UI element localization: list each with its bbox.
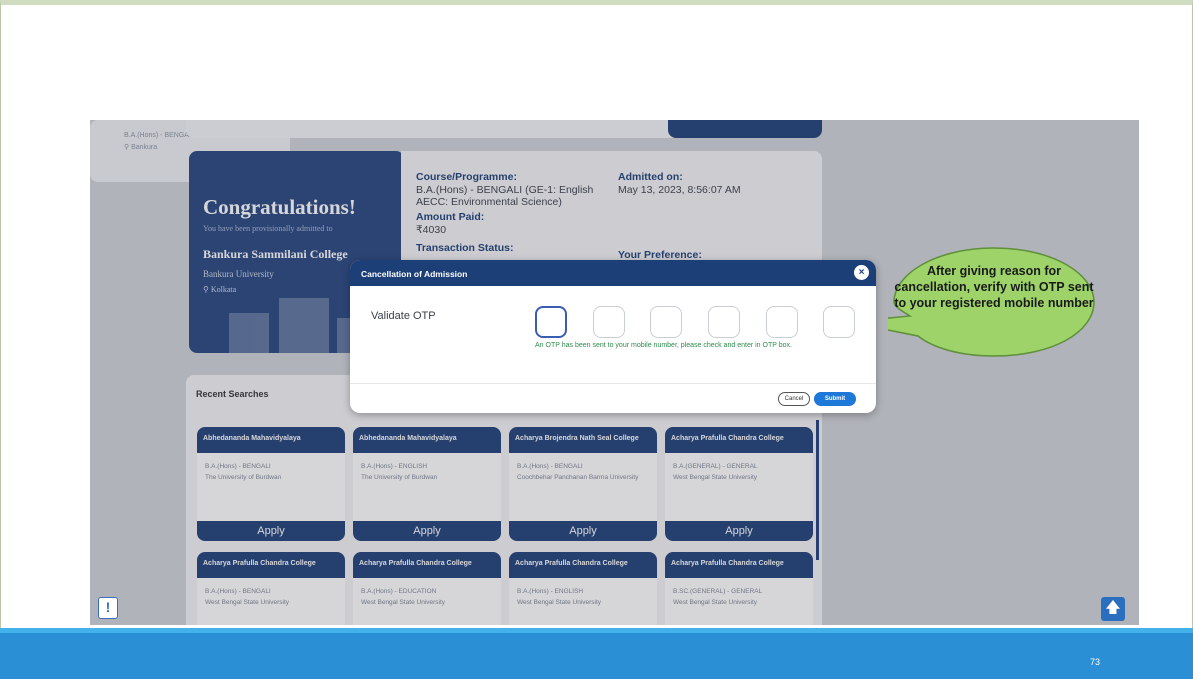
- amount-label: Amount Paid:: [416, 211, 485, 223]
- recent-card: Acharya Prafulla Chandra College B.A.(Ho…: [353, 552, 501, 625]
- recent-card-university: West Bengal State University: [205, 599, 290, 606]
- page-number: 73: [1089, 657, 1100, 667]
- location-pin-icon: ⚲: [203, 285, 211, 294]
- close-icon[interactable]: ×: [854, 265, 869, 280]
- otp-label: Validate OTP: [371, 310, 436, 322]
- notice-icon[interactable]: !: [98, 597, 118, 619]
- otp-digit-6[interactable]: [823, 306, 855, 338]
- callout-text: After giving reason for cancellation, ve…: [894, 264, 1094, 310]
- recent-card-college: Abhedananda Mahavidyalaya: [197, 427, 345, 453]
- recent-card-college: Acharya Prafulla Chandra College: [509, 552, 657, 578]
- apply-button[interactable]: Apply: [509, 521, 657, 541]
- recent-card-university: West Bengal State University: [673, 599, 758, 606]
- recent-card-course: B.A.(Hons) - ENGLISH: [361, 463, 428, 470]
- otp-digit-1[interactable]: [535, 306, 567, 338]
- recent-card-course: B.A.(GENERAL) - GENERAL: [673, 463, 758, 470]
- modal-title: Cancellation of Admission: [361, 269, 468, 279]
- recent-card-course: B.A.(Hons) - BENGALI: [205, 588, 271, 595]
- recent-card-course: B.A.(Hons) - EDUCATION: [361, 588, 437, 595]
- otp-digit-4[interactable]: [708, 306, 740, 338]
- recent-card: Abhedananda Mahavidyalaya B.A.(Hons) - B…: [197, 427, 345, 541]
- recent-card-college: Acharya Prafulla Chandra College: [665, 552, 813, 578]
- course-label: Course/Programme:: [416, 171, 517, 183]
- footer-accent-strip: [0, 628, 1193, 633]
- recent-card-university: The University of Burdwan: [361, 474, 438, 481]
- recent-card: Acharya Prafulla Chandra College B.A.(Ho…: [509, 552, 657, 625]
- transaction-label: Transaction Status:: [416, 242, 514, 254]
- recent-card: Acharya Prafulla Chandra College B.A.(Ho…: [197, 552, 345, 625]
- recent-card-course: B.A.(Hons) - ENGLISH: [517, 588, 584, 595]
- recent-card-college: Acharya Prafulla Chandra College: [665, 427, 813, 453]
- recent-card: Abhedananda Mahavidyalaya B.A.(Hons) - E…: [353, 427, 501, 541]
- course-value: B.A.(Hons) - BENGALI (GE-1: English AECC…: [416, 184, 594, 208]
- recent-scrollbar[interactable]: [816, 420, 819, 560]
- recent-searches-title: Recent Searches: [196, 389, 269, 399]
- slide-footer-band: 73: [0, 628, 1193, 679]
- recent-card-university: West Bengal State University: [673, 474, 758, 481]
- congrats-subtitle: You have been provisionally admitted to: [203, 224, 333, 233]
- recent-card-college: Acharya Prafulla Chandra College: [197, 552, 345, 578]
- cancellation-modal: Cancellation of Admission × Validate OTP…: [350, 260, 876, 413]
- modal-footer: Cancel Submit: [350, 383, 876, 413]
- otp-note: An OTP has been sent to your mobile numb…: [535, 342, 792, 349]
- recent-card: Acharya Prafulla Chandra College B.A.(GE…: [665, 427, 813, 541]
- apply-button[interactable]: Apply: [353, 521, 501, 541]
- top-card-button[interactable]: [668, 120, 822, 138]
- cancel-button[interactable]: Cancel: [778, 392, 810, 406]
- top-card: [186, 120, 822, 138]
- recent-card-university: West Bengal State University: [361, 599, 446, 606]
- recent-card-course: B.A.(Hons) - BENGALI: [205, 463, 271, 470]
- submit-button[interactable]: Submit: [814, 392, 856, 406]
- apply-button[interactable]: Apply: [665, 521, 813, 541]
- recent-card-course: B.SC.(GENERAL) - GENERAL: [673, 588, 763, 595]
- recent-card-college: Acharya Brojendra Nath Seal College: [509, 427, 657, 453]
- admitted-value: May 13, 2023, 8:56:07 AM: [618, 184, 741, 196]
- modal-header: Cancellation of Admission ×: [350, 260, 876, 286]
- admitted-label: Admitted on:: [618, 171, 683, 183]
- recent-card: Acharya Brojendra Nath Seal College B.A.…: [509, 427, 657, 541]
- recent-card-university: Coochbehar Panchanan Barma University: [517, 474, 639, 481]
- amount-value: ₹4030: [416, 224, 447, 236]
- recent-card-college: Acharya Prafulla Chandra College: [353, 552, 501, 578]
- recent-card-course: B.A.(Hons) - BENGALI: [517, 463, 583, 470]
- congrats-title: Congratulations!: [203, 195, 356, 219]
- apply-button[interactable]: Apply: [197, 521, 345, 541]
- otp-digit-3[interactable]: [650, 306, 682, 338]
- recent-card-college: Abhedananda Mahavidyalaya: [353, 427, 501, 453]
- recent-card: Acharya Prafulla Chandra College B.SC.(G…: [665, 552, 813, 625]
- recent-card-university: West Bengal State University: [517, 599, 602, 606]
- recent-card-university: The University of Burdwan: [205, 474, 282, 481]
- otp-digit-2[interactable]: [593, 306, 625, 338]
- scroll-top-icon[interactable]: 🡅: [1101, 597, 1125, 621]
- otp-digit-5[interactable]: [766, 306, 798, 338]
